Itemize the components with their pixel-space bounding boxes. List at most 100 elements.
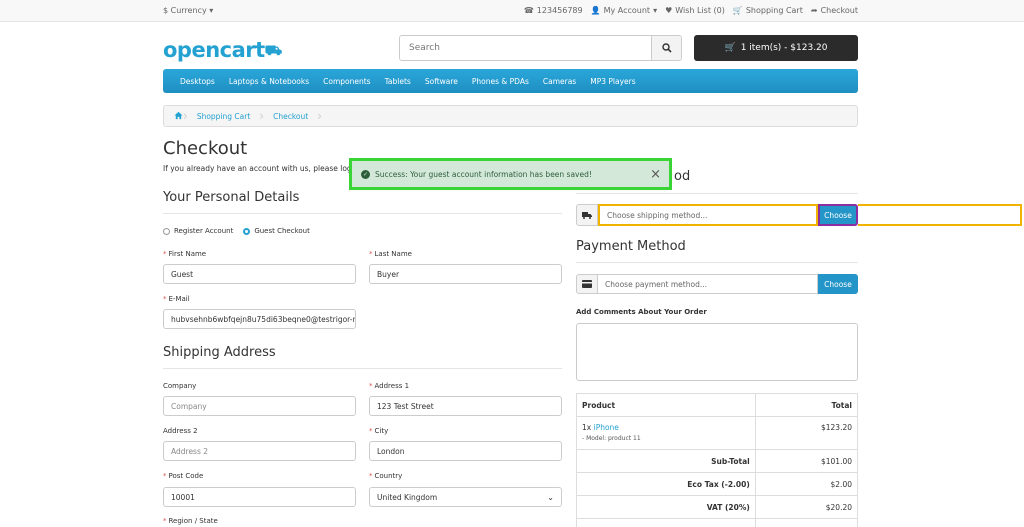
address2-label: Address 2 <box>163 427 198 435</box>
comments-label: Add Comments About Your Order <box>576 308 707 316</box>
menu-item-software[interactable]: Software <box>418 77 465 86</box>
chevron-down-icon: ⌄ <box>547 493 554 502</box>
wishlist-link[interactable]: ♥ Wish List (0) <box>665 6 725 15</box>
subtotal-label: Sub-Total <box>576 449 756 473</box>
choose-payment-button[interactable]: Choose <box>818 274 858 294</box>
table-row: Eco Tax (-2.00) $2.00 <box>576 472 859 496</box>
city-label: * City <box>369 427 389 435</box>
country-select[interactable]: United Kingdom ⌄ <box>369 487 562 507</box>
user-icon: 👤 <box>590 6 601 15</box>
guest-checkout-radio[interactable]: Guest Checkout <box>243 227 310 235</box>
ecotax-label: Eco Tax (-2.00) <box>576 472 756 496</box>
shipping-method-input[interactable]: Choose shipping method... <box>598 204 818 226</box>
postcode-field[interactable]: 10001 <box>163 487 356 507</box>
menu-item-desktops[interactable]: Desktops <box>173 77 222 86</box>
choose-shipping-button[interactable]: Choose <box>818 204 858 226</box>
address1-field[interactable]: 123 Test Street <box>369 396 562 416</box>
share-icon: ➦ <box>810 6 818 15</box>
menu-item-laptops[interactable]: Laptops & Notebooks <box>222 77 316 86</box>
home-icon[interactable] <box>174 111 183 122</box>
menu-item-cameras[interactable]: Cameras <box>536 77 583 86</box>
total-header: Total <box>754 393 859 417</box>
phone-link[interactable]: ☎ 123456789 <box>524 6 583 15</box>
order-summary-table: Product Total 1x iPhone - Model: product… <box>576 393 859 527</box>
credit-card-icon <box>576 274 598 294</box>
alert-message: Success: Your guest account information … <box>375 169 592 179</box>
table-row: VAT (20%) $20.20 <box>576 495 859 519</box>
breadcrumb-checkout[interactable]: Checkout <box>264 112 317 121</box>
payment-method-input[interactable]: Choose payment method... <box>598 274 818 294</box>
account-type-radios: Register Account Guest Checkout <box>163 227 310 235</box>
city-field[interactable]: London <box>369 441 562 461</box>
shipping-method-group: Choose shipping method... Choose <box>576 204 1022 226</box>
site-logo[interactable]: opencart⛟ <box>163 38 282 63</box>
shopping-cart-link[interactable]: 🛒 Shopping Cart <box>733 6 803 15</box>
email-field[interactable]: hubvsehnb6wbfqejn8u75di63beqne0@testrigo… <box>163 309 356 329</box>
divider <box>576 262 858 263</box>
last-name-label: * Last Name <box>369 250 412 258</box>
cart-icon: 🛒 <box>732 6 743 15</box>
checkout-label: Checkout <box>820 6 858 15</box>
menu-item-mp3[interactable]: MP3 Players <box>583 77 642 86</box>
cart-icon: 🛒 <box>724 43 736 53</box>
register-account-radio[interactable]: Register Account <box>163 227 233 235</box>
product-link[interactable]: iPhone <box>594 423 619 432</box>
wishlist-label: Wish List (0) <box>675 6 725 15</box>
ecotax-value: $2.00 <box>754 472 859 496</box>
radio-checked-icon <box>243 227 251 235</box>
search-bar <box>399 35 682 61</box>
table-row: 1x iPhone - Model: product 11 $123.20 <box>576 416 859 450</box>
currency-dropdown[interactable]: $ Currency ▾ <box>163 6 213 15</box>
search-input[interactable] <box>400 36 651 60</box>
personal-details-title: Your Personal Details <box>163 190 300 205</box>
last-name-field[interactable]: Buyer <box>369 264 562 284</box>
top-links: ☎ 123456789 👤 My Account ▾ ♥ Wish List (… <box>524 6 858 15</box>
highlight-outline <box>858 204 1022 226</box>
divider <box>163 368 562 369</box>
my-account-link[interactable]: 👤 My Account ▾ <box>591 6 657 15</box>
table-row: Total $123.20 <box>576 518 859 527</box>
checkout-link[interactable]: ➦ Checkout <box>811 6 858 15</box>
divider <box>163 213 562 214</box>
shopping-cart-label: Shopping Cart <box>745 6 803 15</box>
close-icon[interactable]: × <box>650 167 661 182</box>
top-bar: $ Currency ▾ ☎ 123456789 👤 My Account ▾ … <box>0 0 1024 22</box>
page-title: Checkout <box>163 138 248 159</box>
caret-down-icon: ▾ <box>653 6 658 15</box>
caret-down-icon: ▾ <box>209 6 214 15</box>
cart-button[interactable]: 🛒 1 item(s) - $123.20 <box>694 35 858 61</box>
cart-summary: 1 item(s) - $123.20 <box>740 43 828 53</box>
vat-value: $20.20 <box>754 495 859 519</box>
check-circle-icon: ✓ <box>361 169 370 179</box>
comments-textarea[interactable] <box>576 323 858 381</box>
payment-method-group: Choose payment method... Choose <box>576 274 858 294</box>
breadcrumb-shopping-cart[interactable]: Shopping Cart <box>188 112 259 121</box>
product-model: - Model: product 11 <box>582 435 641 442</box>
register-account-label: Register Account <box>174 227 234 235</box>
phone-number: 123456789 <box>536 6 583 15</box>
search-button[interactable] <box>651 36 681 60</box>
grand-total-label: Total <box>576 518 756 527</box>
guest-checkout-label: Guest Checkout <box>254 227 310 235</box>
table-row: Sub-Total $101.00 <box>576 449 859 473</box>
menu-item-phones[interactable]: Phones & PDAs <box>465 77 536 86</box>
grand-total-value: $123.20 <box>754 518 859 527</box>
shipping-method-title: od <box>674 169 691 184</box>
email-label: * E-Mail <box>163 295 190 303</box>
address2-field[interactable]: Address 2 <box>163 441 356 461</box>
vat-label: VAT (20%) <box>576 495 756 519</box>
menu-item-tablets[interactable]: Tablets <box>378 77 418 86</box>
divider <box>576 193 858 194</box>
menu-item-components[interactable]: Components <box>316 77 377 86</box>
phone-icon: ☎ <box>523 6 534 15</box>
logo-text: opencart <box>163 38 265 62</box>
product-header: Product <box>576 393 756 417</box>
country-value: United Kingdom <box>377 492 438 502</box>
subtotal-value: $101.00 <box>754 449 859 473</box>
company-field[interactable]: Company <box>163 396 356 416</box>
address1-label: * Address 1 <box>369 382 410 390</box>
radio-icon <box>163 227 170 235</box>
first-name-field[interactable]: Guest <box>163 264 356 284</box>
success-alert: ✓ Success: Your guest account informatio… <box>349 158 672 190</box>
item-total: $123.20 <box>754 416 859 450</box>
